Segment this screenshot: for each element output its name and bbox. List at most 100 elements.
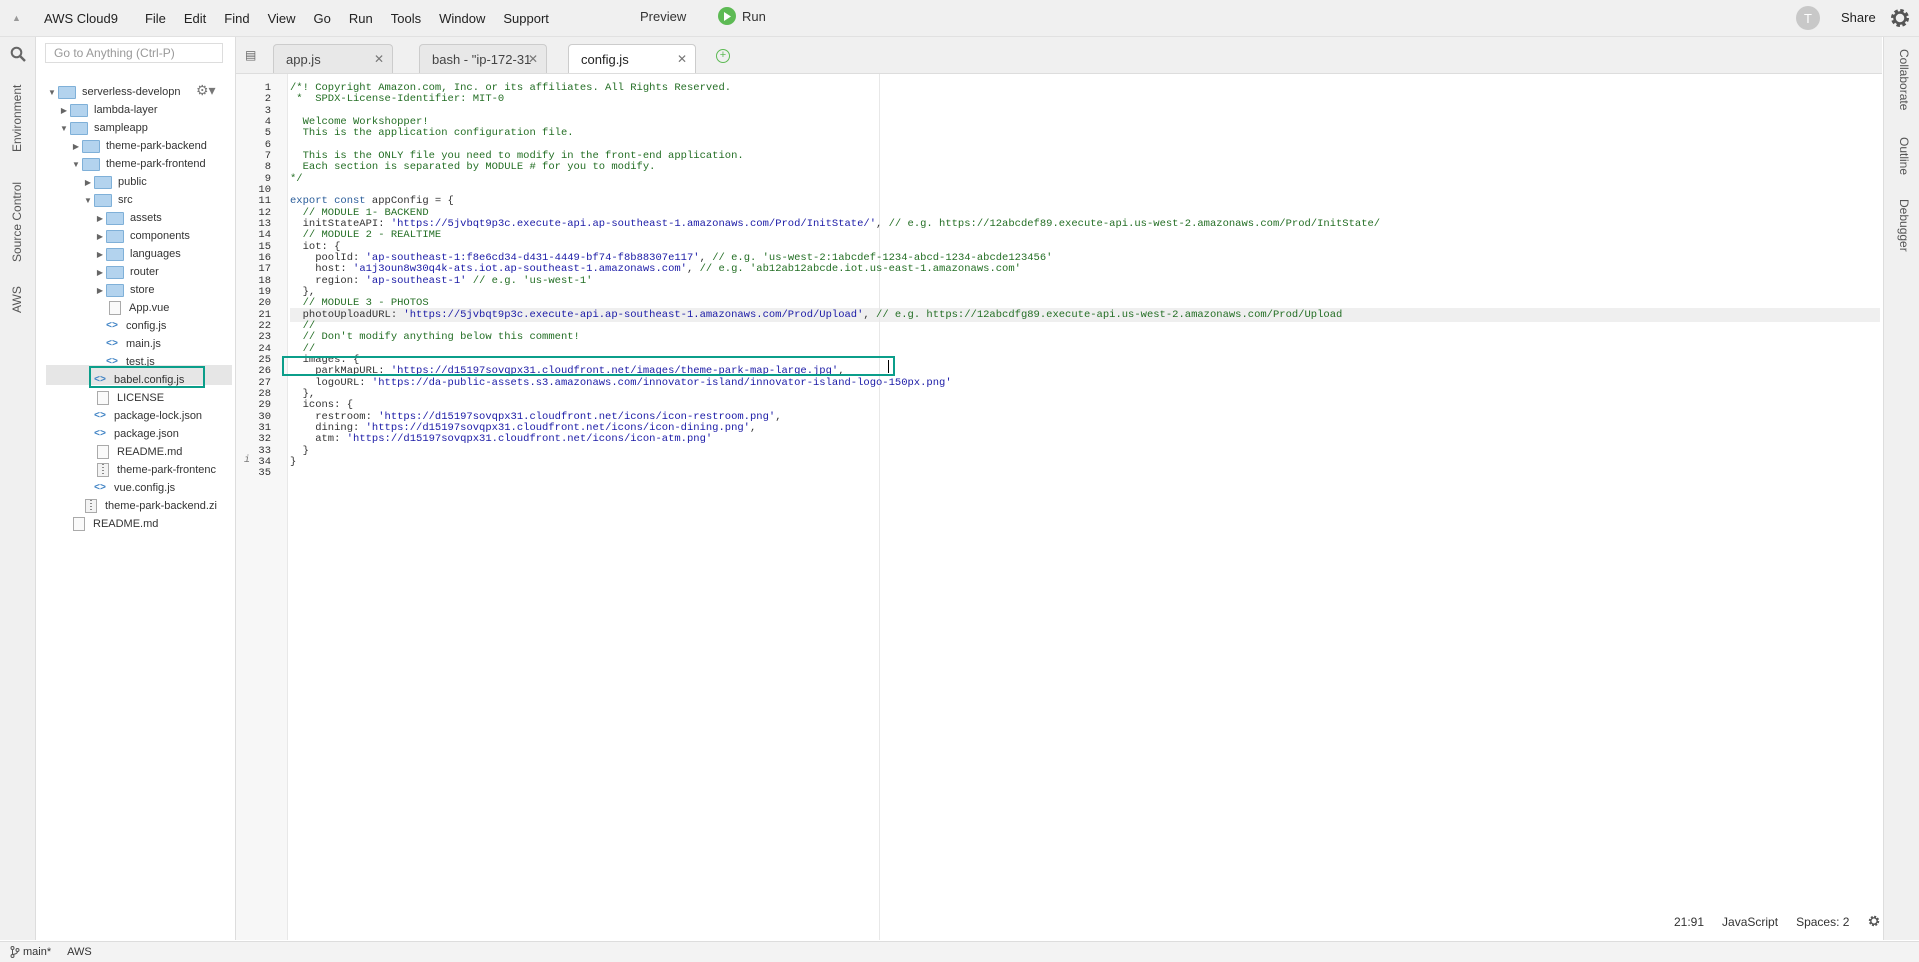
expand-down-icon[interactable]: ▼ [58, 124, 70, 133]
menu-window[interactable]: Window [439, 11, 485, 26]
tab-debugger[interactable]: Debugger [1897, 199, 1911, 252]
code-token: 'https://d15197sovqpx31.cloudfront.net/i… [346, 433, 713, 446]
file-icon [109, 301, 121, 315]
expand-right-icon[interactable]: ▶ [70, 142, 82, 151]
share-button[interactable]: Share [1841, 10, 1876, 25]
code-line: This is the application configuration fi… [290, 126, 574, 140]
tree-item-label: README.md [93, 518, 159, 530]
tree-item-label: App.vue [129, 302, 170, 314]
tree-item-label: theme-park-frontend [106, 158, 206, 170]
tree-item-label: src [118, 194, 133, 206]
info-marker-icon[interactable]: i [244, 455, 250, 466]
tab-bash[interactable]: bash - "ip-172-31 ✕ [419, 44, 547, 73]
menu-view[interactable]: View [268, 11, 296, 26]
branch-label: main* [23, 946, 52, 958]
menu-tools[interactable]: Tools [391, 11, 421, 26]
collapse-menu-icon[interactable]: ▲ [12, 13, 32, 23]
tree-item[interactable]: README.md [58, 513, 158, 535]
tab-app-js[interactable]: app.js ✕ [273, 44, 393, 73]
folder-icon [82, 157, 100, 171]
code-editor[interactable]: /*! Copyright Amazon.com, Inc. or its af… [290, 74, 1880, 940]
code-token: This is the application configuration fi… [290, 127, 574, 140]
expand-right-icon[interactable]: ▶ [94, 232, 106, 241]
indent-setting[interactable]: Spaces: 2 [1796, 915, 1849, 929]
git-branch[interactable]: main* [10, 946, 51, 958]
code-token: , [686, 263, 700, 276]
close-icon[interactable]: ✕ [374, 52, 384, 66]
folder-icon [82, 139, 100, 153]
upload-url-highlight-box [282, 356, 895, 376]
expand-right-icon[interactable]: ▶ [94, 268, 106, 277]
expand-down-icon[interactable]: ▼ [70, 160, 82, 169]
menu-file[interactable]: File [145, 11, 166, 26]
tab-collaborate[interactable]: Collaborate [1897, 49, 1911, 110]
tree-item-label: main.js [126, 338, 161, 350]
expand-right-icon[interactable]: ▶ [94, 286, 106, 295]
editor-settings-gear-icon[interactable] [1867, 914, 1881, 931]
settings-gear-icon[interactable] [1888, 6, 1912, 33]
file-icon [97, 391, 109, 405]
goto-anything-input[interactable] [45, 43, 223, 63]
file-icon [97, 445, 109, 459]
folder-icon [106, 283, 124, 297]
menu-support[interactable]: Support [503, 11, 549, 26]
expand-right-icon[interactable]: ▶ [58, 106, 70, 115]
code-line: */ [290, 172, 303, 186]
tab-label: bash - "ip-172-31 [432, 51, 532, 67]
menu-run[interactable]: Run [349, 11, 373, 26]
tab-config-js[interactable]: config.js ✕ [568, 44, 696, 73]
close-icon[interactable]: ✕ [528, 52, 538, 66]
expand-down-icon[interactable]: ▼ [82, 196, 94, 205]
app-brand[interactable]: AWS Cloud9 [44, 11, 118, 26]
code-line: photoUploadURL: 'https://5jvbqt9p3c.exec… [290, 308, 1343, 322]
tab-aws[interactable]: AWS [10, 286, 24, 313]
folder-icon [106, 229, 124, 243]
aws-status[interactable]: AWS [67, 946, 92, 958]
tree-item-label: vue.config.js [114, 482, 176, 494]
close-icon[interactable]: ✕ [677, 52, 687, 66]
code-token: 'https://5jvbqt9p3c.execute-api.ap-south… [403, 308, 864, 321]
line-number: 35 [258, 467, 271, 480]
user-avatar[interactable]: T [1796, 6, 1820, 30]
expand-down-icon[interactable]: ▼ [46, 88, 58, 97]
code-file-icon: <> [94, 482, 107, 494]
code-token: , [863, 308, 877, 321]
code-line: } [290, 455, 296, 469]
tab-source-control[interactable]: Source Control [10, 182, 24, 262]
file-tree-panel: ⚙▾ ▼ serverless-developn ▶ lambda-layer ▼ sam… [36, 37, 236, 940]
tree-settings-gear-icon[interactable]: ⚙▾ [196, 82, 216, 99]
code-token: , [775, 410, 782, 423]
expand-right-icon[interactable]: ▶ [82, 178, 94, 187]
code-line: // Don't modify anything below this comm… [290, 330, 580, 344]
language-mode[interactable]: JavaScript [1722, 915, 1778, 929]
editor-status: 21:91 JavaScript Spaces: 2 [1674, 913, 1881, 931]
code-line: atm: 'https://d15197sovqpx31.cloudfront.… [290, 432, 712, 446]
tabs-menu-icon[interactable]: ▤ [245, 48, 256, 62]
search-icon[interactable] [10, 46, 26, 65]
tree-item-label: public [118, 176, 147, 188]
code-token: 'https://5jvbqt9p3c.execute-api.ap-south… [390, 217, 877, 230]
tab-outline[interactable]: Outline [1897, 137, 1911, 175]
tree-item-label: package-lock.json [114, 410, 203, 422]
folder-icon [106, 265, 124, 279]
menu-find[interactable]: Find [224, 11, 249, 26]
code-line: * SPDX-License-Identifier: MIT-0 [290, 92, 504, 106]
run-button[interactable]: Run [718, 7, 766, 25]
expand-right-icon[interactable]: ▶ [94, 214, 106, 223]
add-tab-icon[interactable]: + [716, 49, 730, 63]
left-sidebar-strip: Environment Source Control AWS [0, 37, 36, 940]
config-js-highlight-box [89, 366, 205, 388]
expand-right-icon[interactable]: ▶ [94, 250, 106, 259]
menu-edit[interactable]: Edit [184, 11, 206, 26]
code-token: , [876, 217, 889, 230]
code-line: Each section is separated by MODULE # fo… [290, 160, 656, 174]
cursor-position[interactable]: 21:91 [1674, 915, 1704, 929]
zip-file-icon [97, 463, 109, 477]
preview-button[interactable]: Preview [640, 9, 686, 24]
folder-icon [58, 85, 76, 99]
tab-environment[interactable]: Environment [10, 85, 24, 152]
zip-file-icon [85, 499, 97, 513]
tree-item-label: router [130, 266, 159, 278]
tree-item-label: lambda-layer [94, 104, 158, 116]
menu-go[interactable]: Go [314, 11, 331, 26]
